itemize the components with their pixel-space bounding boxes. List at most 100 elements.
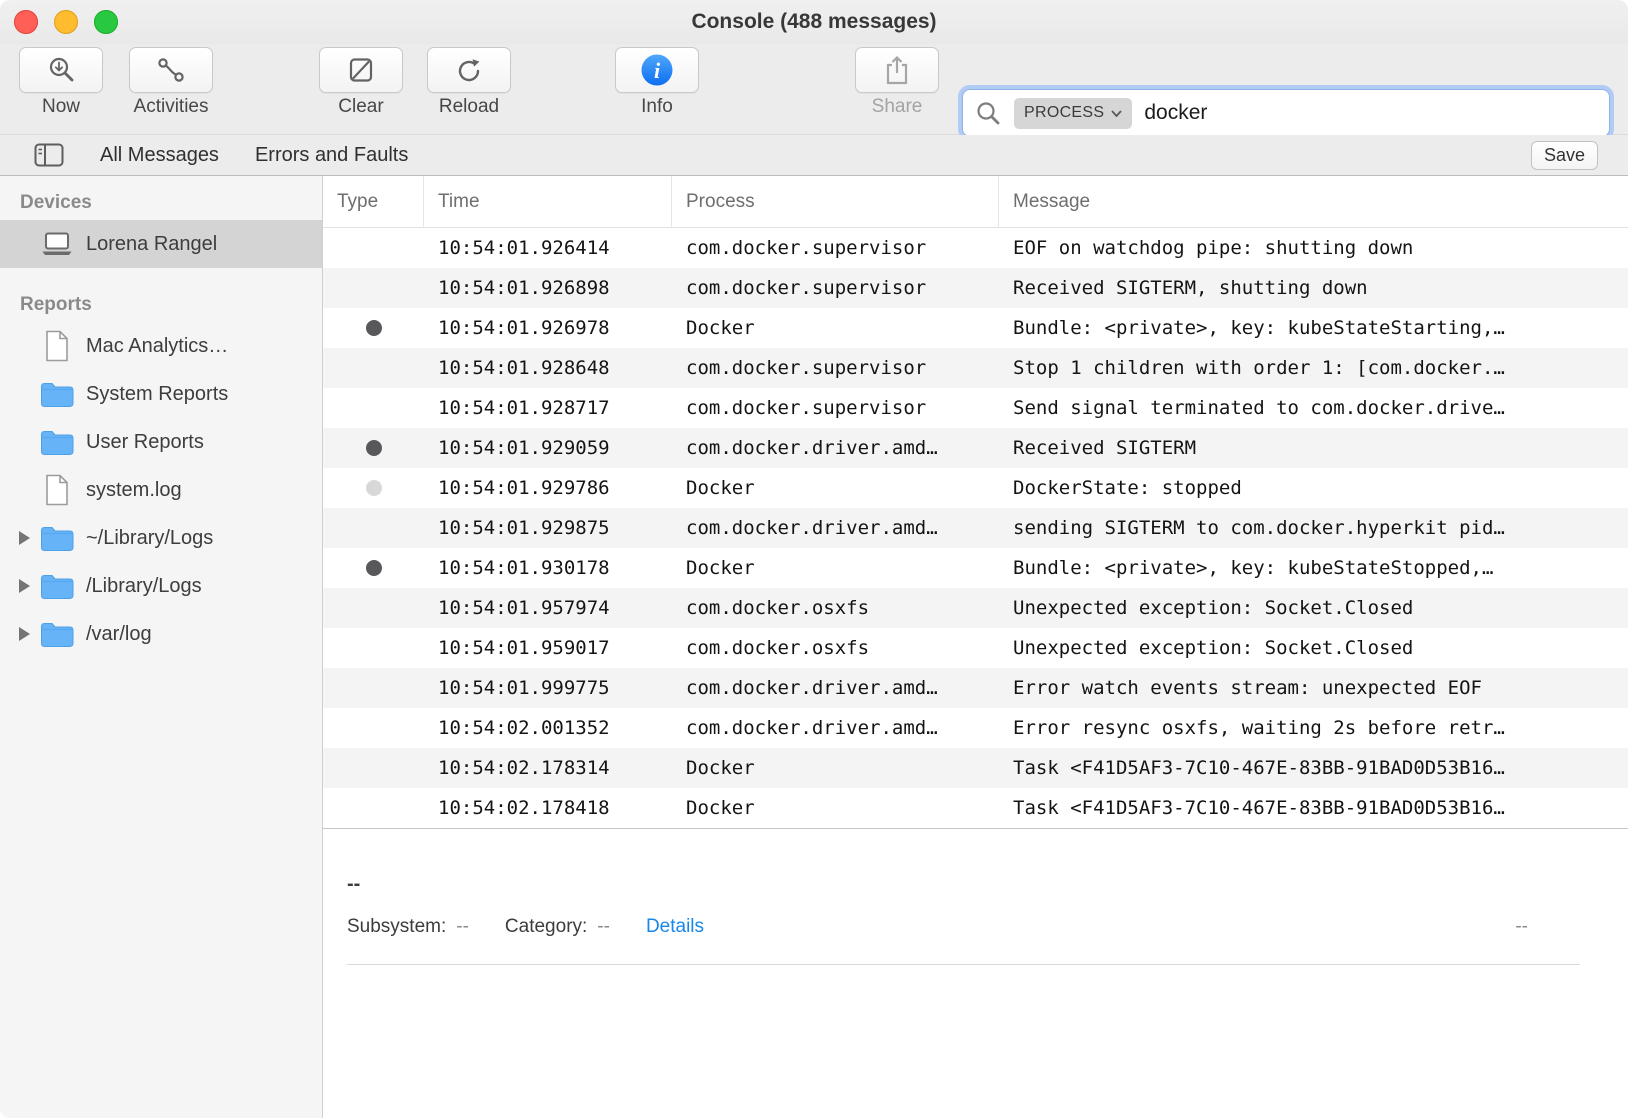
log-row[interactable]: 10:54:01.928717com.docker.supervisorSend… <box>323 388 1628 428</box>
type-cell <box>323 308 424 348</box>
sidebar-item-label: system.log <box>86 479 182 502</box>
log-row[interactable]: 10:54:02.178418DockerTask <F41D5AF3-7C10… <box>323 788 1628 828</box>
zoom-button[interactable] <box>94 10 118 34</box>
disclosure-triangle-icon[interactable] <box>10 627 38 641</box>
time-cell: 10:54:01.999775 <box>424 668 672 708</box>
log-row[interactable]: 10:54:01.929059com.docker.driver.amd…Rec… <box>323 428 1628 468</box>
sidebar-item-system-reports[interactable]: System Reports <box>0 370 322 418</box>
log-row[interactable]: 10:54:01.959017com.docker.osxfsUnexpecte… <box>323 628 1628 668</box>
content-area: Devices Lorena Rangel Reports Mac Analytics… <box>0 176 1628 1118</box>
type-cell <box>323 548 424 588</box>
sidebar-item-user-reports[interactable]: User Reports <box>0 418 322 466</box>
details-link[interactable]: Details <box>646 916 704 938</box>
clear-button[interactable]: Clear <box>319 47 403 118</box>
folder-icon <box>38 525 76 552</box>
sidebar-item-lorena-rangel[interactable]: Lorena Rangel <box>0 220 322 268</box>
log-row[interactable]: 10:54:02.001352com.docker.driver.amd…Err… <box>323 708 1628 748</box>
folder-icon <box>38 573 76 600</box>
disclosure-triangle-icon[interactable] <box>10 531 38 545</box>
sidebar-item-var-log[interactable]: /var/log <box>0 610 322 658</box>
detail-pane: -- Subsystem: -- Category: -- Details -- <box>323 829 1628 965</box>
type-cell <box>323 748 424 788</box>
time-cell: 10:54:01.929875 <box>424 508 672 548</box>
search-token-process[interactable]: PROCESS <box>1014 98 1132 129</box>
folder-icon <box>38 621 76 648</box>
sidebar-toggle-button[interactable] <box>34 143 64 167</box>
type-cell <box>323 668 424 708</box>
subsystem-label: Subsystem: <box>347 916 446 938</box>
log-row[interactable]: 10:54:01.926978DockerBundle: <private>, … <box>323 308 1628 348</box>
close-button[interactable] <box>14 10 38 34</box>
sidebar-section-header: Devices <box>20 192 322 214</box>
search-token-label: PROCESS <box>1024 104 1104 122</box>
document-icon <box>38 474 76 506</box>
tab-errors-and-faults[interactable]: Errors and Faults <box>255 144 408 167</box>
log-row[interactable]: 10:54:01.929875com.docker.driver.amd…sen… <box>323 508 1628 548</box>
search-field[interactable]: PROCESS docker <box>962 89 1610 137</box>
folder-icon <box>38 429 76 456</box>
message-cell: Send signal terminated to com.docker.dri… <box>999 388 1628 428</box>
share-icon <box>883 54 911 86</box>
sidebar-item-library-logs[interactable]: /Library/Logs <box>0 562 322 610</box>
time-cell: 10:54:01.959017 <box>424 628 672 668</box>
log-row[interactable]: 10:54:01.926414com.docker.supervisorEOF … <box>323 228 1628 268</box>
svg-text:i: i <box>654 58 661 83</box>
message-cell: DockerState: stopped <box>999 468 1628 508</box>
log-row[interactable]: 10:54:02.178314DockerTask <F41D5AF3-7C10… <box>323 748 1628 788</box>
message-cell: Task <F41D5AF3-7C10-467E-83BB-91BAD0D53B… <box>999 788 1628 828</box>
sidebar-section-header: Reports <box>20 294 322 316</box>
log-row[interactable]: 10:54:01.930178DockerBundle: <private>, … <box>323 548 1628 588</box>
process-cell: com.docker.driver.amd… <box>672 708 999 748</box>
info-button[interactable]: i Info <box>615 47 699 118</box>
detail-title: -- <box>347 873 1628 896</box>
share-button[interactable]: Share <box>855 47 939 118</box>
message-cell: Bundle: <private>, key: kubeStateStartin… <box>999 308 1628 348</box>
tab-all-messages[interactable]: All Messages <box>100 144 219 167</box>
sidebar-item-home-library-logs[interactable]: ~/Library/Logs <box>0 514 322 562</box>
log-level-dot-icon <box>366 560 382 576</box>
log-row[interactable]: 10:54:01.928648com.docker.supervisorStop… <box>323 348 1628 388</box>
minimize-button[interactable] <box>54 10 78 34</box>
time-cell: 10:54:02.001352 <box>424 708 672 748</box>
window-title: Console (488 messages) <box>691 10 936 34</box>
time-cell: 10:54:02.178314 <box>424 748 672 788</box>
sidebar-item-system-log[interactable]: system.log <box>0 466 322 514</box>
log-level-dot-icon <box>366 480 382 496</box>
log-level-dot-icon <box>366 320 382 336</box>
folder-icon <box>38 381 76 408</box>
type-cell <box>323 508 424 548</box>
reload-button[interactable]: Reload <box>427 47 511 118</box>
message-cell: sending SIGTERM to com.docker.hyperkit p… <box>999 508 1628 548</box>
activities-button[interactable]: Activities <box>129 47 213 118</box>
column-header-type[interactable]: Type <box>323 176 424 227</box>
log-row[interactable]: 10:54:01.929786DockerDockerState: stoppe… <box>323 468 1628 508</box>
column-header-process[interactable]: Process <box>672 176 999 227</box>
type-cell <box>323 268 424 308</box>
info-icon: i <box>640 53 674 87</box>
sidebar-item-label: /Library/Logs <box>86 575 202 598</box>
sidebar-section-devices: Devices Lorena Rangel <box>0 192 322 268</box>
column-header-message[interactable]: Message <box>999 176 1628 227</box>
category-value: -- <box>597 916 610 938</box>
log-row[interactable]: 10:54:01.999775com.docker.driver.amd…Err… <box>323 668 1628 708</box>
document-icon <box>38 330 76 362</box>
log-pane: Type Time Process Message 10:54:01.92641… <box>323 176 1628 1118</box>
process-cell: com.docker.driver.amd… <box>672 428 999 468</box>
process-cell: com.docker.driver.amd… <box>672 668 999 708</box>
detail-right-value: -- <box>1515 916 1528 938</box>
type-cell <box>323 428 424 468</box>
sidebar-item-mac-analytics[interactable]: Mac Analytics… <box>0 322 322 370</box>
search-input[interactable]: docker <box>1144 101 1207 125</box>
log-row[interactable]: 10:54:01.957974com.docker.osxfsUnexpecte… <box>323 588 1628 628</box>
category-label: Category: <box>505 916 587 938</box>
column-header-time[interactable]: Time <box>424 176 672 227</box>
process-cell: com.docker.driver.amd… <box>672 508 999 548</box>
log-row[interactable]: 10:54:01.926898com.docker.supervisorRece… <box>323 268 1628 308</box>
sidebar-toggle-icon <box>34 143 64 167</box>
save-button[interactable]: Save <box>1531 141 1598 170</box>
process-cell: Docker <box>672 308 999 348</box>
disclosure-triangle-icon[interactable] <box>10 579 38 593</box>
now-button[interactable]: Now <box>19 47 103 118</box>
type-cell <box>323 788 424 828</box>
title-bar: Console (488 messages) <box>0 0 1628 44</box>
